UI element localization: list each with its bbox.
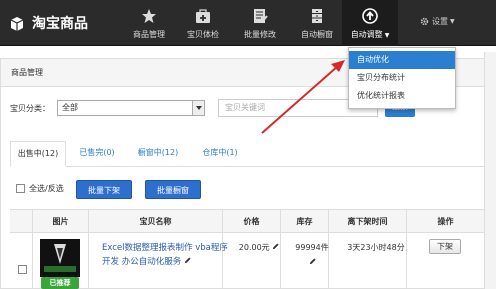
header-checkbox-col <box>10 210 32 233</box>
pencil-icon[interactable] <box>184 257 191 264</box>
package-icon <box>8 14 26 32</box>
nav-item-auto-window[interactable]: 自动橱窗 <box>289 0 345 46</box>
nav-item-item-checkup[interactable]: 宝贝体检 <box>175 0 231 46</box>
tab-warehouse[interactable]: 仓库中(1) <box>192 141 248 167</box>
product-price: 20.00元 <box>232 242 286 253</box>
dropdown-item-distribution-stats[interactable]: 宝贝分布统计 <box>349 69 455 87</box>
top-navbar: 淘宝商品 商品管理 宝贝体检 批量修改 自动橱窗 自动调整 ▼ 设置 ▼ <box>0 0 496 46</box>
header-time-left: 离下架时间 <box>328 210 406 233</box>
category-select[interactable]: 全部 <box>57 100 205 116</box>
cabinet-icon <box>312 9 322 23</box>
header-price: 价格 <box>222 210 280 233</box>
table-row: 已推荐 Excel数据整理报表制作 vba程序开发 办公自动化服务 20.00元… <box>10 233 484 289</box>
nav-item-label: 自动橱窗 <box>301 30 333 39</box>
star-icon <box>142 9 156 23</box>
nav-item-bulk-edit[interactable]: 批量修改 <box>232 0 288 46</box>
settings-label: 设置 <box>432 17 448 26</box>
select-all[interactable]: 全选/反选 <box>16 183 64 194</box>
settings-menu[interactable]: 设置 ▼ <box>420 16 455 27</box>
nav-item-label: 批量修改 <box>244 30 276 39</box>
status-tabs: 出售中(12) 已售完(0) 橱窗中(12) 仓库中(1) <box>10 141 484 167</box>
caret-down-icon: ▼ <box>450 18 455 25</box>
tab-on-sale[interactable]: 出售中(12) <box>10 141 66 167</box>
select-arrow-icon <box>192 101 204 115</box>
arrow-up-circle-icon <box>362 8 378 24</box>
delist-button[interactable]: 下架 <box>429 239 461 254</box>
nav-item-label: 商品管理 <box>133 30 165 39</box>
bulk-window-button[interactable]: 批量橱窗 <box>145 180 201 199</box>
time-left: 3天23小时48分 <box>347 243 405 252</box>
brand[interactable]: 淘宝商品 <box>8 12 88 34</box>
header-image: 图片 <box>32 210 88 233</box>
nav-item-label: 宝贝体检 <box>187 30 219 39</box>
caret-down-icon: ▼ <box>384 32 390 39</box>
medical-kit-icon <box>196 9 210 23</box>
nav-item-product-management[interactable]: 商品管理 <box>121 0 177 46</box>
product-title-link[interactable]: Excel数据整理报表制作 vba程序开发 办公自动化服务 <box>102 241 232 269</box>
select-all-checkbox[interactable] <box>16 184 25 193</box>
gear-icon <box>420 17 429 26</box>
tab-sold-out[interactable]: 已售完(0) <box>70 141 124 167</box>
dropdown-item-auto-optimize[interactable]: 自动优化 <box>349 51 455 69</box>
select-all-label: 全选/反选 <box>29 184 64 193</box>
row-checkbox[interactable] <box>18 265 27 274</box>
nav-item-label: 自动调整 <box>350 30 383 39</box>
header-stock: 库存 <box>280 210 328 233</box>
product-thumbnail[interactable] <box>40 239 80 277</box>
recommended-badge: 已推荐 <box>41 277 79 289</box>
table-header: 图片 宝贝名称 价格 库存 离下架时间 操作 <box>10 209 484 233</box>
scrollbar[interactable] <box>484 52 496 289</box>
header-title: 宝贝名称 <box>88 210 222 233</box>
nav-item-auto-adjust[interactable]: 自动调整 ▼ <box>342 0 398 46</box>
pencil-icon[interactable] <box>272 243 279 250</box>
brand-title: 淘宝商品 <box>32 16 88 32</box>
header-actions: 操作 <box>406 210 484 233</box>
dropdown-item-optimize-report[interactable]: 优化统计报表 <box>349 87 455 105</box>
product-stock: 99994件 <box>291 242 333 267</box>
auto-adjust-dropdown: 自动优化 宝贝分布统计 优化统计报表 <box>348 47 456 109</box>
edit-document-icon <box>254 9 268 23</box>
tab-in-window[interactable]: 橱窗中(12) <box>126 141 190 167</box>
bulk-delist-button[interactable]: 批量下架 <box>76 180 132 199</box>
category-value: 全部 <box>62 103 78 112</box>
category-label: 宝贝分类： <box>10 103 50 113</box>
pencil-icon[interactable] <box>309 258 316 265</box>
